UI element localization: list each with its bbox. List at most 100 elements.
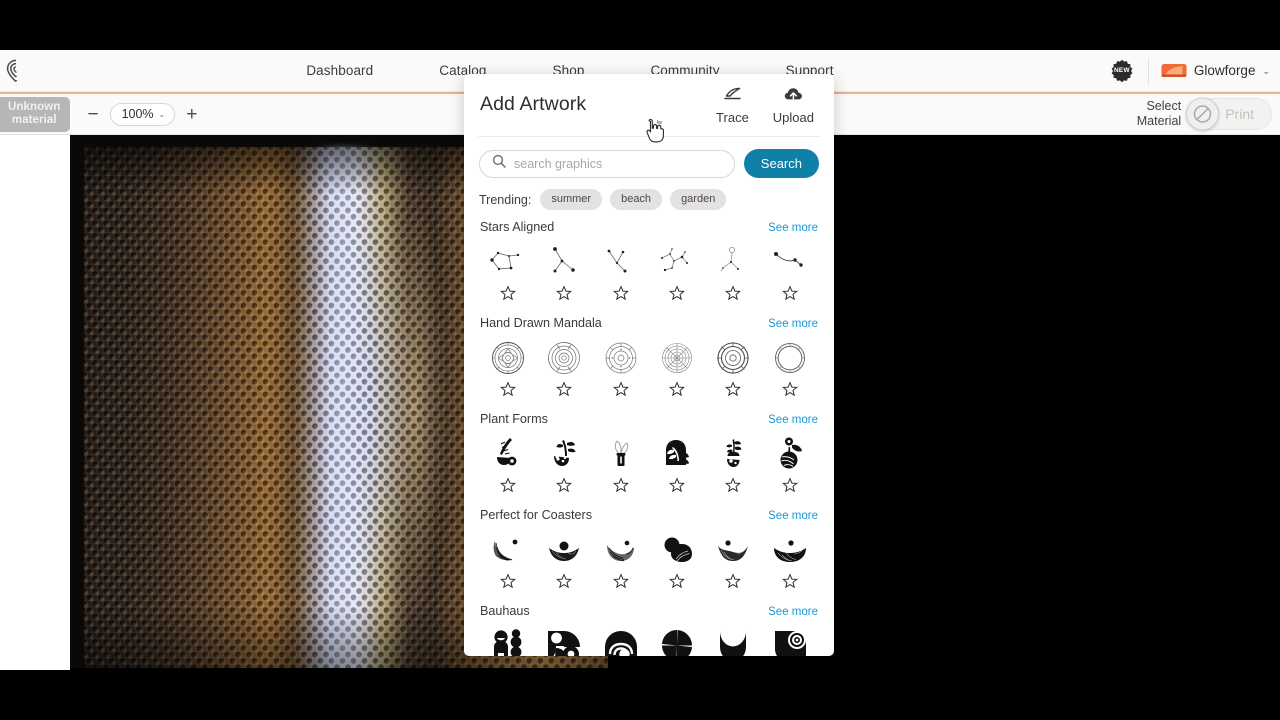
favorite-star-icon[interactable] <box>781 285 798 306</box>
favorite-star-icon[interactable] <box>500 381 517 402</box>
artwork-item-plant-fern-pot[interactable] <box>480 432 536 498</box>
artwork-grid <box>480 432 818 498</box>
artwork-item-constellation-5[interactable] <box>705 240 761 306</box>
artwork-item-constellation-4[interactable] <box>649 240 705 306</box>
artwork-item-plant-sprout-vase[interactable] <box>536 432 592 498</box>
upload-label: Upload <box>772 110 814 125</box>
artwork-item-mandala-3[interactable] <box>593 336 649 402</box>
favorite-star-icon[interactable] <box>781 381 798 402</box>
favorite-star-icon[interactable] <box>781 477 798 498</box>
glowforge-logo-icon[interactable] <box>2 57 30 85</box>
new-badge-icon[interactable]: NEW <box>1110 59 1134 83</box>
search-button[interactable]: Search <box>743 149 819 178</box>
favorite-star-icon[interactable] <box>725 477 742 498</box>
trending-tag-garden[interactable]: garden <box>670 189 727 210</box>
favorite-star-icon[interactable] <box>556 381 573 402</box>
artwork-item-coaster-peaks-dot[interactable] <box>705 528 761 594</box>
coaster-bowl-sun-icon <box>540 528 588 572</box>
artwork-item-bauhaus-pinwheel[interactable] <box>649 624 705 656</box>
zoom-level-select[interactable]: 100% ⌄ <box>109 102 176 126</box>
artwork-item-bauhaus-arch-rainbow[interactable] <box>593 624 649 656</box>
artwork-item-mandala-1[interactable] <box>480 336 536 402</box>
artwork-item-bauhaus-spiral-leaf[interactable] <box>762 624 818 656</box>
favorite-star-icon[interactable] <box>669 381 686 402</box>
favorite-star-icon[interactable] <box>725 285 742 306</box>
see-more-link[interactable]: See more <box>768 510 818 522</box>
plant-candle-leaf-icon <box>597 432 645 476</box>
see-more-link[interactable]: See more <box>768 414 818 426</box>
coaster-peaks-dot-icon <box>709 528 757 572</box>
select-material-button[interactable]: Select Material <box>1137 99 1181 129</box>
favorite-star-icon[interactable] <box>725 381 742 402</box>
bauhaus-circle-quarters-icon <box>540 624 588 656</box>
zoom-in-button[interactable]: + <box>186 105 197 124</box>
canvas-left-gutter <box>0 135 70 670</box>
artwork-item-mandala-5[interactable] <box>705 336 761 402</box>
favorite-star-icon[interactable] <box>669 573 686 594</box>
bauhaus-tulip-icon <box>709 624 757 656</box>
favorite-star-icon[interactable] <box>725 573 742 594</box>
favorite-star-icon[interactable] <box>500 285 517 306</box>
section-header: Plant Forms See more <box>480 412 818 426</box>
material-status-line1: Unknown <box>8 100 61 113</box>
artwork-item-constellation-1[interactable] <box>480 240 536 306</box>
coaster-hill-sun-icon <box>653 528 701 572</box>
artwork-sections-scroll[interactable]: Stars Aligned See more Hand Drawn Mandal… <box>464 220 834 656</box>
constellation-1-icon <box>484 240 532 284</box>
favorite-star-icon[interactable] <box>781 573 798 594</box>
see-more-link[interactable]: See more <box>768 222 818 234</box>
artwork-item-coaster-wave-dot[interactable] <box>480 528 536 594</box>
see-more-link[interactable]: See more <box>768 318 818 330</box>
artwork-item-plant-bud-stem[interactable] <box>705 432 761 498</box>
favorite-star-icon[interactable] <box>612 381 629 402</box>
favorite-star-icon[interactable] <box>612 573 629 594</box>
favorite-star-icon[interactable] <box>669 477 686 498</box>
trace-button[interactable]: Trace <box>716 87 749 125</box>
zoom-out-button[interactable]: − <box>87 105 98 124</box>
constellation-3-icon <box>597 240 645 284</box>
favorite-star-icon[interactable] <box>612 285 629 306</box>
favorite-star-icon[interactable] <box>669 285 686 306</box>
favorite-star-icon[interactable] <box>500 573 517 594</box>
artwork-item-constellation-6[interactable] <box>762 240 818 306</box>
trending-tag-beach[interactable]: beach <box>610 189 663 210</box>
mandala-6-icon <box>766 336 814 380</box>
artwork-item-constellation-2[interactable] <box>536 240 592 306</box>
panel-header: Add Artwork Trace Upload <box>464 74 834 125</box>
favorite-star-icon[interactable] <box>556 477 573 498</box>
artwork-item-bauhaus-circle-quarters[interactable] <box>536 624 592 656</box>
artwork-item-mandala-6[interactable] <box>762 336 818 402</box>
see-more-link[interactable]: See more <box>768 606 818 618</box>
coaster-wave-dot-icon <box>484 528 532 572</box>
bauhaus-spiral-leaf-icon <box>766 624 814 656</box>
artwork-item-plant-flower-orb[interactable] <box>762 432 818 498</box>
artwork-item-coaster-half-moon[interactable] <box>593 528 649 594</box>
search-field-wrapper[interactable] <box>479 149 735 178</box>
toolbar-right-group: Select Material Print <box>1137 97 1272 131</box>
favorite-star-icon[interactable] <box>556 285 573 306</box>
artwork-item-coaster-hill-sun[interactable] <box>649 528 705 594</box>
bauhaus-arch-rainbow-icon <box>597 624 645 656</box>
artwork-item-coaster-bowl-sun[interactable] <box>536 528 592 594</box>
upload-button[interactable]: Upload <box>773 87 814 125</box>
artwork-item-bauhaus-tulip[interactable] <box>705 624 761 656</box>
favorite-star-icon[interactable] <box>612 477 629 498</box>
artwork-item-plant-arch-frond[interactable] <box>649 432 705 498</box>
artwork-item-mandala-4[interactable] <box>649 336 705 402</box>
material-status-chip[interactable]: Unknown material <box>0 96 71 132</box>
artwork-item-constellation-3[interactable] <box>593 240 649 306</box>
nav-item-dashboard[interactable]: Dashboard <box>304 59 375 82</box>
section-bauhaus: Bauhaus See more <box>464 604 834 656</box>
trending-tag-summer[interactable]: summer <box>540 189 603 210</box>
favorite-star-icon[interactable] <box>500 477 517 498</box>
panel-header-actions: Trace Upload <box>716 87 818 125</box>
favorite-star-icon[interactable] <box>556 573 573 594</box>
account-menu[interactable]: Glowforge ⌄ <box>1161 62 1274 79</box>
artwork-item-mandala-2[interactable] <box>536 336 592 402</box>
artwork-item-coaster-dome-dot[interactable] <box>762 528 818 594</box>
print-disabled-icon <box>1186 97 1220 131</box>
search-input[interactable] <box>514 156 722 171</box>
constellation-5-icon <box>709 240 757 284</box>
artwork-item-bauhaus-figure-dots[interactable] <box>480 624 536 656</box>
artwork-item-plant-candle-leaf[interactable] <box>593 432 649 498</box>
